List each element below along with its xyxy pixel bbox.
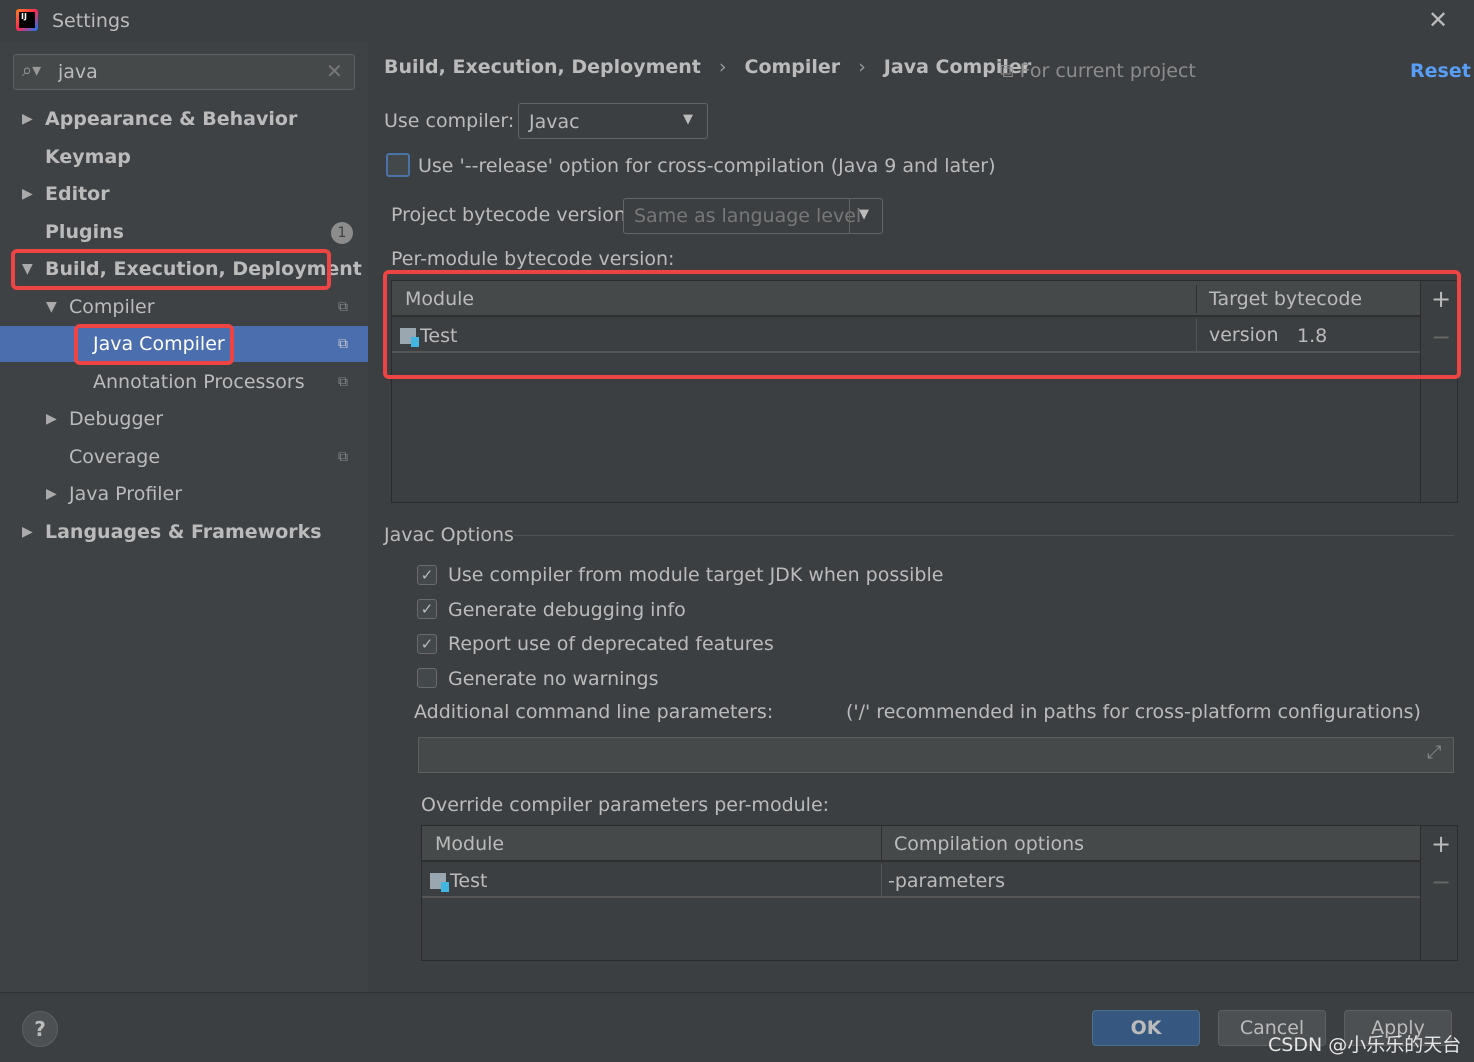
- chevron-down-icon: ▼: [859, 207, 869, 222]
- use-module-jdk-label: Use compiler from module target JDK when…: [448, 564, 944, 586]
- highlight-box: [383, 270, 1461, 379]
- highlight-box: [11, 249, 331, 290]
- clear-search-icon[interactable]: ✕: [326, 59, 343, 83]
- search-box[interactable]: ⌕▾ ✕: [13, 54, 355, 90]
- tree-label: Editor: [45, 183, 110, 205]
- column-header-options[interactable]: Compilation options: [894, 826, 1084, 862]
- compilation-options-cell[interactable]: -parameters: [888, 864, 1005, 898]
- debugging-info-label: Generate debugging info: [448, 599, 686, 621]
- tree-label: Debugger: [69, 408, 164, 430]
- highlight-box: [74, 324, 234, 365]
- breadcrumb-item[interactable]: Compiler: [745, 56, 841, 78]
- section-divider: [514, 535, 1454, 536]
- deprecated-features-label: Report use of deprecated features: [448, 633, 774, 655]
- breadcrumb-separator: ›: [858, 56, 866, 78]
- reset-link[interactable]: Reset: [1410, 60, 1471, 82]
- close-icon[interactable]: ✕: [1428, 6, 1448, 34]
- title-bar: [0, 0, 1474, 42]
- per-module-label: Per-module bytecode version:: [391, 248, 675, 270]
- project-bytecode-select[interactable]: Same as language level ▼: [623, 198, 883, 234]
- tree-item-annotation-processors[interactable]: Annotation Processors ⧉: [0, 364, 368, 400]
- override-label: Override compiler parameters per-module:: [421, 794, 830, 816]
- tree-item-appearance[interactable]: ▶ Appearance & Behavior: [0, 101, 368, 137]
- no-warnings-checkbox[interactable]: [417, 668, 437, 688]
- table-header: Module Compilation options: [422, 826, 1420, 862]
- tree-label: Plugins: [45, 221, 124, 243]
- project-scope-icon: ⧉: [338, 299, 348, 315]
- javac-options-title: Javac Options: [384, 524, 514, 546]
- tree-item-coverage[interactable]: Coverage ⧉: [0, 439, 368, 475]
- module-folder-icon: [430, 873, 449, 892]
- module-name: Test: [450, 870, 488, 892]
- tree-item-editor[interactable]: ▶ Editor: [0, 176, 368, 212]
- tree-label: Coverage: [69, 446, 161, 468]
- additional-params-input[interactable]: ⤢: [418, 737, 1454, 773]
- debugging-info-checkbox[interactable]: ✓: [417, 599, 437, 619]
- additional-params-label: Additional command line parameters:: [414, 701, 774, 723]
- release-option-checkbox[interactable]: [386, 153, 410, 177]
- compiler-value: Javac: [529, 111, 580, 133]
- tree-item-compiler[interactable]: ▼ Compiler ⧉: [0, 289, 368, 325]
- expand-arrow-icon: ▶: [46, 486, 57, 502]
- no-warnings-label: Generate no warnings: [448, 668, 659, 690]
- tree-item-languages-frameworks[interactable]: ▶ Languages & Frameworks: [0, 514, 368, 550]
- expand-arrow-icon: ▶: [22, 524, 33, 540]
- project-bytecode-placeholder: Same as language level: [634, 205, 862, 227]
- watermark: CSDN @小乐乐的天台: [1268, 1034, 1462, 1056]
- release-option-label: Use '--release' option for cross-compila…: [418, 155, 996, 177]
- tree-item-keymap[interactable]: Keymap: [0, 139, 368, 175]
- tree-label: Annotation Processors: [93, 371, 305, 393]
- breadcrumb-separator: ›: [718, 56, 727, 78]
- table-row[interactable]: Test -parameters: [422, 864, 1420, 898]
- help-button[interactable]: ?: [22, 1011, 58, 1047]
- scope-indicator: ⧉ For current project: [1000, 60, 1196, 82]
- plugins-update-badge: 1: [331, 222, 353, 244]
- project-scope-icon: ⧉: [338, 449, 348, 465]
- use-compiler-label: Use compiler:: [384, 110, 515, 132]
- override-table: Module Compilation options Test -paramet…: [421, 825, 1458, 961]
- project-bytecode-label: Project bytecode version:: [391, 204, 633, 226]
- window-title: Settings: [52, 10, 130, 32]
- use-module-jdk-checkbox[interactable]: ✓: [417, 565, 437, 585]
- scope-label: For current project: [1019, 60, 1196, 82]
- intellij-logo-icon: IJ: [16, 9, 38, 31]
- tree-item-java-profiler[interactable]: ▶ Java Profiler: [0, 476, 368, 512]
- remove-icon[interactable]: −: [1431, 868, 1451, 896]
- column-header-module[interactable]: Module: [435, 826, 504, 862]
- expand-arrow-icon: ▶: [22, 186, 33, 202]
- tree-item-plugins[interactable]: Plugins 1: [0, 214, 368, 250]
- tree-label: Compiler: [69, 296, 155, 318]
- collapse-arrow-icon: ▼: [46, 299, 57, 315]
- tree-label: Keymap: [45, 146, 131, 168]
- compiler-select[interactable]: Javac ▼: [518, 103, 708, 139]
- tree-label: Appearance & Behavior: [45, 108, 298, 130]
- search-icon: ⌕▾: [22, 60, 42, 81]
- search-input[interactable]: [58, 59, 318, 85]
- breadcrumb: Build, Execution, Deployment › Compiler › …: [384, 56, 1031, 78]
- expand-arrow-icon: ▶: [22, 111, 33, 127]
- tree-label: Java Profiler: [69, 483, 183, 505]
- tree-item-debugger[interactable]: ▶ Debugger: [0, 401, 368, 437]
- project-scope-icon: ⧉: [338, 374, 348, 390]
- deprecated-features-checkbox[interactable]: ✓: [417, 634, 437, 654]
- ok-button[interactable]: OK: [1092, 1010, 1200, 1046]
- chevron-down-icon: ▼: [683, 112, 693, 127]
- add-icon[interactable]: +: [1431, 830, 1451, 858]
- expand-icon[interactable]: ⤢: [1427, 742, 1441, 763]
- project-scope-icon: ⧉: [1000, 60, 1020, 82]
- additional-params-hint: ('/' recommended in paths for cross-plat…: [846, 701, 1421, 723]
- project-scope-icon: ⧉: [338, 336, 348, 352]
- tree-label: Languages & Frameworks: [45, 521, 322, 543]
- breadcrumb-item[interactable]: Build, Execution, Deployment: [384, 56, 701, 78]
- expand-arrow-icon: ▶: [46, 411, 57, 427]
